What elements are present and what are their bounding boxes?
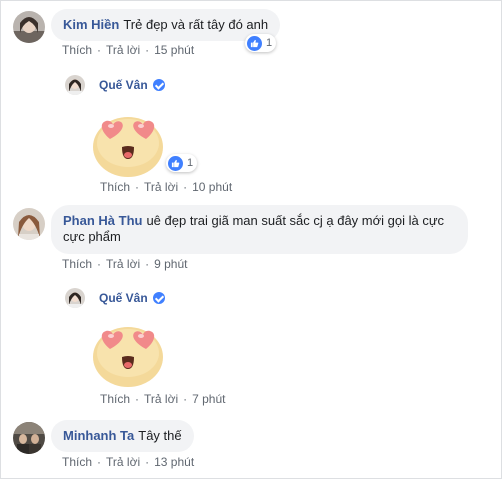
avatar[interactable] — [13, 11, 45, 43]
avatar[interactable] — [65, 75, 85, 95]
separator: · — [97, 257, 102, 271]
separator: · — [145, 43, 150, 57]
reaction-count: 1 — [187, 157, 194, 169]
comment-text-continued: cực phẩm — [63, 229, 121, 244]
avatar[interactable] — [13, 208, 45, 240]
separator: · — [135, 180, 140, 194]
reply-actions: Thích · Trả lời · 7 phút — [100, 392, 225, 406]
comment-bubble: Minhanh Ta Tây thế — [51, 420, 194, 452]
like-link[interactable]: Thích — [62, 257, 92, 271]
separator: · — [145, 257, 150, 271]
comment-timestamp[interactable]: 13 phút — [154, 455, 194, 469]
comment-text: Tây thế — [138, 428, 182, 443]
reply-link[interactable]: Trả lời — [106, 43, 140, 57]
comment-actions: Thích · Trả lời · 9 phút — [62, 257, 187, 271]
comment-bubble: Kim Hiền Trẻ đẹp và rất tây đó anh — [51, 9, 281, 41]
reply-link[interactable]: Trả lời — [106, 257, 140, 271]
comment-timestamp[interactable]: 15 phút — [154, 43, 194, 57]
reply-link[interactable]: Trả lời — [144, 180, 178, 194]
reply-header: Quế Vân — [65, 288, 165, 308]
reply-timestamp[interactable]: 10 phút — [192, 180, 232, 194]
reaction-count: 1 — [266, 37, 273, 49]
comment-author[interactable]: Minhanh Ta — [63, 428, 134, 443]
reply-timestamp[interactable]: 7 phút — [192, 392, 225, 406]
comment-thread: Kim Hiền Trẻ đẹp và rất tây đó anh 1 Thíc… — [0, 0, 502, 479]
reply-author[interactable]: Quế Vân — [99, 291, 148, 305]
comment-actions: Thích · Trả lời · 15 phút — [62, 43, 194, 57]
separator: · — [135, 392, 140, 406]
comment-timestamp[interactable]: 9 phút — [154, 257, 187, 271]
comment-author[interactable]: Phan Hà Thu — [63, 213, 142, 228]
comment-actions: Thích · Trả lời · 13 phút — [62, 455, 194, 469]
like-link[interactable]: Thích — [62, 43, 92, 57]
comment-text: uê đẹp trai giã man suất sắc cj ạ đây mớ… — [146, 213, 445, 228]
comment-author[interactable]: Kim Hiền — [63, 17, 119, 32]
like-link[interactable]: Thích — [62, 455, 92, 469]
reaction-count-badge[interactable]: 1 — [245, 34, 277, 52]
separator: · — [145, 455, 150, 469]
avatar[interactable] — [13, 422, 45, 454]
thumbs-up-icon — [247, 35, 262, 51]
comment-text: Trẻ đẹp và rất tây đó anh — [123, 17, 269, 32]
like-link[interactable]: Thích — [100, 392, 130, 406]
reply-link[interactable]: Trả lời — [144, 392, 178, 406]
reply-header: Quế Vân — [65, 75, 165, 95]
reaction-count-badge[interactable]: 1 — [166, 154, 198, 172]
reply-author[interactable]: Quế Vân — [99, 78, 148, 92]
comment-bubble: Phan Hà Thu uê đẹp trai giã man suất sắc … — [51, 205, 468, 254]
separator: · — [183, 392, 188, 406]
avatar[interactable] — [65, 288, 85, 308]
reply-actions: Thích · Trả lời · 10 phút — [100, 180, 232, 194]
separator: · — [97, 43, 102, 57]
heart-eyes-emoji-sticker — [93, 117, 163, 177]
heart-eyes-emoji-sticker — [93, 327, 163, 387]
verified-badge-icon — [152, 292, 165, 304]
separator: · — [97, 455, 102, 469]
reply-link[interactable]: Trả lời — [106, 455, 140, 469]
like-link[interactable]: Thích — [100, 180, 130, 194]
thumbs-up-icon — [168, 155, 183, 171]
verified-badge-icon — [152, 79, 165, 91]
separator: · — [183, 180, 188, 194]
